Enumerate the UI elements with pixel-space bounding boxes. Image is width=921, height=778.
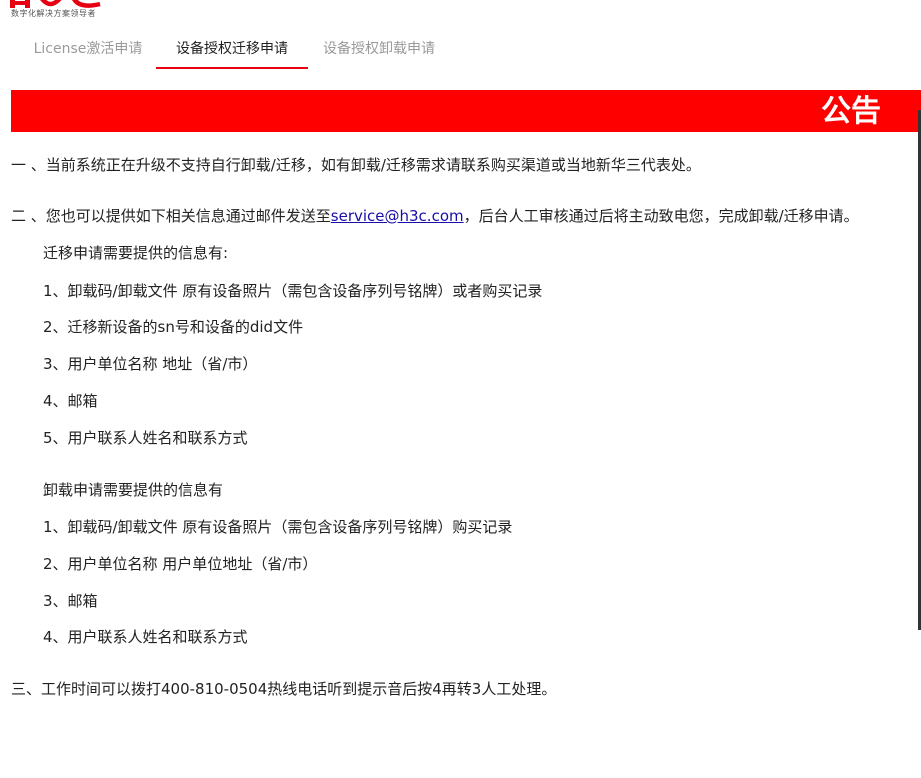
migration-item: 5、用户联系人姓名和联系方式 bbox=[43, 429, 248, 447]
active-tab-indicator bbox=[156, 67, 308, 69]
tab-license-activation[interactable]: License激活申请 bbox=[22, 30, 154, 68]
notice-item-2-prefix: 二 、您也可以提供如下相关信息通过邮件发送至 bbox=[11, 207, 331, 225]
h3c-logo-mark bbox=[10, 0, 101, 8]
migration-item: 3、用户单位名称 地址（省/市） bbox=[43, 355, 258, 373]
notice-item-3: 三、工作时间可以拨打400-810-0504热线电话听到提示音后按4再转3人工处… bbox=[11, 680, 557, 698]
tab-label: 设备授权迁移申请 bbox=[176, 41, 288, 57]
notice-item-1: 一 、当前系统正在升级不支持自行卸载/迁移，如有卸载/迁移需求请联系购买渠道或当… bbox=[11, 156, 701, 174]
h3c-logo[interactable]: 数字化解决方案领导者 bbox=[10, 0, 130, 22]
uninstall-item: 1、卸载码/卸载文件 原有设备照片（需包含设备序列号铭牌）购买记录 bbox=[43, 518, 513, 536]
tab-device-auth-uninstall[interactable]: 设备授权卸载申请 bbox=[318, 30, 440, 68]
uninstall-heading: 卸载申请需要提供的信息有 bbox=[43, 481, 224, 499]
tab-device-auth-migration[interactable]: 设备授权迁移申请 bbox=[156, 30, 308, 69]
announcement-banner: 公告 bbox=[11, 90, 921, 132]
migration-item: 2、迁移新设备的sn号和设备的did文件 bbox=[43, 318, 304, 336]
uninstall-item: 2、用户单位名称 用户单位地址（省/市） bbox=[43, 555, 318, 573]
migration-heading: 迁移申请需要提供的信息有: bbox=[43, 244, 229, 262]
tab-label: License激活申请 bbox=[33, 41, 143, 57]
logo-tagline: 数字化解决方案领导者 bbox=[11, 9, 96, 18]
migration-item: 1、卸载码/卸载文件 原有设备照片（需包含设备序列号铭牌）或者购买记录 bbox=[43, 282, 543, 300]
uninstall-item: 4、用户联系人姓名和联系方式 bbox=[43, 628, 248, 646]
banner-title: 公告 bbox=[821, 94, 881, 129]
uninstall-item: 3、邮箱 bbox=[43, 592, 98, 610]
tab-label: 设备授权卸载申请 bbox=[323, 41, 435, 57]
page: 数字化解决方案领导者 License激活申请 设备授权迁移申请 设备授权卸载申请… bbox=[0, 0, 921, 778]
service-email-link[interactable]: service@h3c.com bbox=[331, 207, 464, 225]
notice-item-2-suffix: ，后台人工审核通过后将主动致电您，完成卸载/迁移申请。 bbox=[463, 207, 859, 225]
notice-item-2: 二 、您也可以提供如下相关信息通过邮件发送至service@h3c.com，后台… bbox=[11, 204, 859, 228]
migration-item: 4、邮箱 bbox=[43, 392, 98, 410]
